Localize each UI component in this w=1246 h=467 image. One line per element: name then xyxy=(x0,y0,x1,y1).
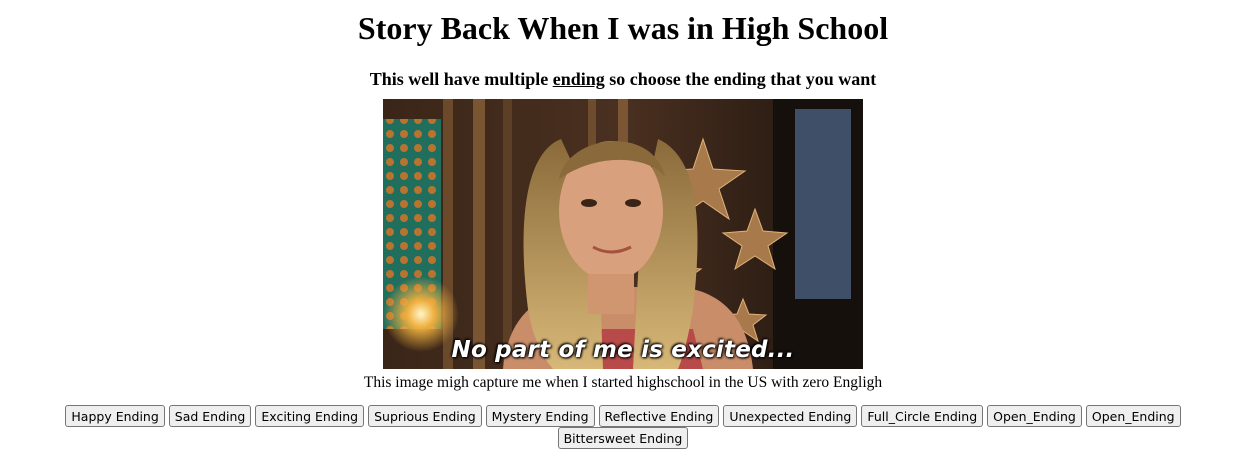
image-caption: This image migh capture me when I starte… xyxy=(363,374,883,391)
subtitle-text-start: This well have multiple xyxy=(369,69,553,89)
exciting-ending-button[interactable]: Exciting Ending xyxy=(255,405,365,427)
story-gif-image: No part of me is excited... xyxy=(383,99,863,369)
page-title: Story Back When I was in High School xyxy=(357,10,889,46)
window xyxy=(795,109,851,299)
open-ending-button-2[interactable]: Open_Ending xyxy=(1085,405,1181,427)
gif-caption-overlay: No part of me is excited... xyxy=(451,337,795,363)
sad-ending-button[interactable]: Sad Ending xyxy=(168,405,252,427)
page-subtitle: This well have multiple ending so choose… xyxy=(0,68,1246,90)
subtitle-text-end: so choose the ending that you want xyxy=(604,69,877,89)
unexpected-ending-button[interactable]: Unexpected Ending xyxy=(723,405,858,427)
ending-buttons: Happy Ending Sad Ending Exciting Ending … xyxy=(0,405,1246,449)
bamboo-pole xyxy=(503,99,512,369)
bittersweet-ending-button[interactable]: Bittersweet Ending xyxy=(557,427,689,449)
reflective-ending-button[interactable]: Reflective Ending xyxy=(598,405,720,427)
photo-scene xyxy=(383,99,863,369)
bamboo-pole xyxy=(473,99,485,369)
happy-ending-button[interactable]: Happy Ending xyxy=(65,405,165,427)
open-ending-button[interactable]: Open_Ending xyxy=(987,405,1082,427)
subtitle-underlined-word: ending xyxy=(552,69,605,89)
mystery-ending-button[interactable]: Mystery Ending xyxy=(485,405,595,427)
suprious-ending-button[interactable]: Suprious Ending xyxy=(368,405,482,427)
full-circle-ending-button[interactable]: Full_Circle Ending xyxy=(861,405,984,427)
page: Story Back When I was in High School Thi… xyxy=(0,0,1246,449)
